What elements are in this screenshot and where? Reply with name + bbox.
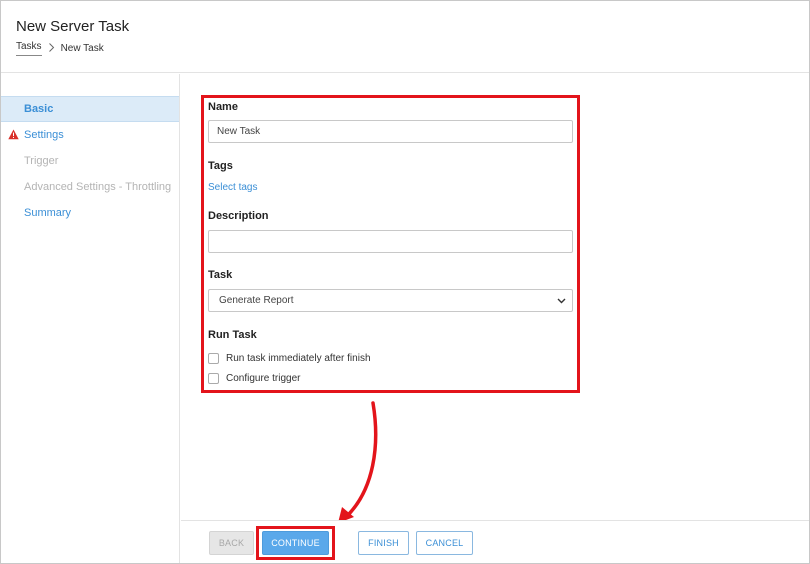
sidebar-item-label: Trigger <box>24 155 59 167</box>
description-input[interactable] <box>208 230 573 253</box>
sidebar-item-label: Settings <box>24 129 64 141</box>
sidebar-item-trigger: Trigger <box>1 148 179 174</box>
sidebar-item-settings[interactable]: Settings <box>1 122 179 148</box>
name-label: Name <box>208 101 238 113</box>
cancel-button[interactable]: CANCEL <box>416 531 473 555</box>
run-immediately-option[interactable]: Run task immediately after finish <box>208 353 371 364</box>
chevron-down-icon <box>557 298 566 304</box>
warning-triangle-icon <box>8 129 19 140</box>
task-select[interactable]: Generate Report <box>208 289 573 312</box>
sidebar-item-advanced-throttling: Advanced Settings - Throttling <box>1 174 179 200</box>
breadcrumb: Tasks New Task <box>16 41 104 56</box>
sidebar-item-basic[interactable]: Basic <box>1 96 179 122</box>
breadcrumb-current: New Task <box>60 43 104 54</box>
annotation-arrow <box>338 401 378 523</box>
sidebar-item-label: Summary <box>24 207 72 219</box>
configure-trigger-checkbox[interactable] <box>208 373 219 384</box>
breadcrumb-tasks-link[interactable]: Tasks <box>16 41 42 56</box>
tags-label: Tags <box>208 160 233 172</box>
back-button[interactable]: BACK <box>209 531 254 555</box>
name-input[interactable] <box>208 120 573 143</box>
task-selected-value: Generate Report <box>219 295 294 306</box>
continue-button[interactable]: CONTINUE <box>262 531 329 555</box>
sidebar-item-label: Advanced Settings - Throttling <box>24 181 172 193</box>
page-title: New Server Task <box>16 18 130 35</box>
run-immediately-label: Run task immediately after finish <box>226 353 371 364</box>
page-header: New Server Task Tasks New Task <box>1 1 809 73</box>
wizard-steps-sidebar: Basic Settings Trigger Advanced Settings… <box>1 74 180 563</box>
description-label: Description <box>208 210 269 222</box>
run-immediately-checkbox[interactable] <box>208 353 219 364</box>
chevron-right-icon <box>48 42 55 55</box>
sidebar-item-label: Basic <box>24 103 54 115</box>
configure-trigger-label: Configure trigger <box>226 373 301 384</box>
configure-trigger-option[interactable]: Configure trigger <box>208 373 300 384</box>
sidebar-item-summary[interactable]: Summary <box>1 200 179 226</box>
task-label: Task <box>208 269 233 281</box>
select-tags-link[interactable]: Select tags <box>208 182 257 193</box>
finish-button[interactable]: FINISH <box>358 531 409 555</box>
run-task-label: Run Task <box>208 329 257 341</box>
